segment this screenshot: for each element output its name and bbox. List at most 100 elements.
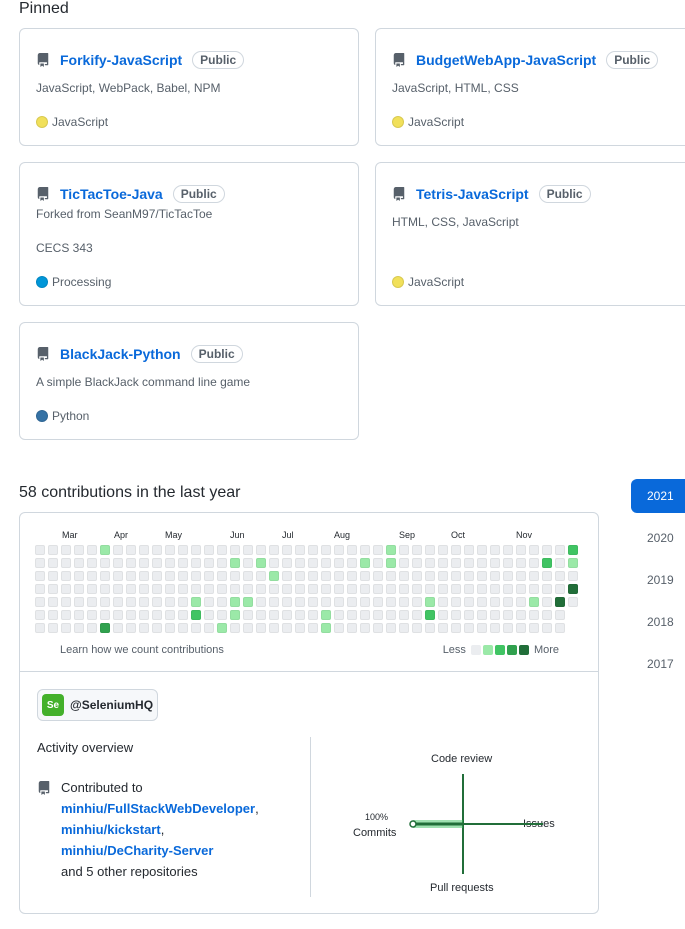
contribution-day[interactable] [568, 571, 578, 581]
contribution-day[interactable] [61, 623, 71, 633]
contribution-day[interactable] [269, 610, 279, 620]
contribution-day[interactable] [61, 571, 71, 581]
contribution-day[interactable] [503, 584, 513, 594]
contribution-day[interactable] [243, 584, 253, 594]
contribution-day[interactable] [347, 610, 357, 620]
contribution-day[interactable] [139, 584, 149, 594]
contribution-day[interactable] [282, 558, 292, 568]
contribution-day[interactable] [178, 610, 188, 620]
contribution-day[interactable] [373, 571, 383, 581]
contribution-day[interactable] [555, 571, 565, 581]
contribution-day[interactable] [438, 584, 448, 594]
contribution-day[interactable] [321, 623, 331, 633]
repo-link[interactable]: Forkify-JavaScript [60, 52, 182, 68]
contribution-day[interactable] [399, 597, 409, 607]
year-button-2017[interactable]: 2017 [631, 647, 685, 681]
contribution-day[interactable] [295, 584, 305, 594]
contribution-day[interactable] [464, 558, 474, 568]
contribution-day[interactable] [35, 545, 45, 555]
contribution-day[interactable] [230, 610, 240, 620]
contribution-day[interactable] [477, 623, 487, 633]
contribution-day[interactable] [425, 584, 435, 594]
contribution-day[interactable] [529, 597, 539, 607]
contribution-day[interactable] [191, 558, 201, 568]
contribution-day[interactable] [256, 610, 266, 620]
contribution-day[interactable] [373, 597, 383, 607]
contribution-day[interactable] [269, 597, 279, 607]
contribution-day[interactable] [321, 558, 331, 568]
contribution-day[interactable] [100, 597, 110, 607]
contribution-day[interactable] [438, 610, 448, 620]
contribution-day[interactable] [516, 610, 526, 620]
contribution-day[interactable] [503, 610, 513, 620]
contribution-day[interactable] [113, 571, 123, 581]
contribution-day[interactable] [438, 558, 448, 568]
contribution-day[interactable] [464, 571, 474, 581]
contribution-day[interactable] [256, 623, 266, 633]
contribution-day[interactable] [165, 545, 175, 555]
contribution-day[interactable] [217, 584, 227, 594]
contribution-day[interactable] [529, 584, 539, 594]
contribution-day[interactable] [35, 571, 45, 581]
year-button-2018[interactable]: 2018 [631, 605, 685, 639]
contribution-day[interactable] [282, 584, 292, 594]
contribution-day[interactable] [438, 623, 448, 633]
org-filter-button[interactable]: Se @SeleniumHQ [37, 689, 158, 721]
year-button-2020[interactable]: 2020 [631, 521, 685, 555]
contribution-day[interactable] [139, 623, 149, 633]
contribution-day[interactable] [165, 584, 175, 594]
contribution-day[interactable] [516, 545, 526, 555]
contribution-day[interactable] [321, 597, 331, 607]
contribution-day[interactable] [529, 571, 539, 581]
contribution-day[interactable] [529, 545, 539, 555]
contribution-day[interactable] [516, 584, 526, 594]
contribution-day[interactable] [568, 558, 578, 568]
contribution-day[interactable] [100, 623, 110, 633]
contribution-day[interactable] [386, 597, 396, 607]
contribution-day[interactable] [113, 610, 123, 620]
contribution-day[interactable] [282, 545, 292, 555]
contribution-day[interactable] [308, 623, 318, 633]
contribution-day[interactable] [412, 584, 422, 594]
contribution-day[interactable] [386, 584, 396, 594]
contribution-day[interactable] [295, 545, 305, 555]
contribution-day[interactable] [269, 584, 279, 594]
contribution-day[interactable] [74, 584, 84, 594]
contribution-day[interactable] [503, 623, 513, 633]
contribution-day[interactable] [464, 584, 474, 594]
contribution-day[interactable] [321, 545, 331, 555]
contribution-day[interactable] [490, 558, 500, 568]
contribution-day[interactable] [373, 584, 383, 594]
contribution-day[interactable] [399, 545, 409, 555]
contribution-day[interactable] [425, 545, 435, 555]
contribution-day[interactable] [490, 597, 500, 607]
contribution-day[interactable] [347, 623, 357, 633]
contribution-day[interactable] [464, 610, 474, 620]
contribution-day[interactable] [503, 558, 513, 568]
contribution-day[interactable] [165, 558, 175, 568]
contribution-day[interactable] [87, 623, 97, 633]
contribution-day[interactable] [542, 623, 552, 633]
contribution-day[interactable] [412, 571, 422, 581]
contribution-day[interactable] [477, 597, 487, 607]
contribution-day[interactable] [360, 558, 370, 568]
contribution-day[interactable] [373, 545, 383, 555]
contribution-day[interactable] [230, 558, 240, 568]
contribution-day[interactable] [126, 558, 136, 568]
contribution-day[interactable] [529, 623, 539, 633]
contribution-day[interactable] [191, 597, 201, 607]
contribution-day[interactable] [425, 597, 435, 607]
contribution-day[interactable] [451, 610, 461, 620]
contribution-day[interactable] [477, 545, 487, 555]
contribution-day[interactable] [490, 571, 500, 581]
contribution-day[interactable] [243, 558, 253, 568]
year-button-2021[interactable]: 2021 [631, 479, 685, 513]
contribution-day[interactable] [503, 571, 513, 581]
contribution-day[interactable] [191, 610, 201, 620]
contribution-day[interactable] [61, 584, 71, 594]
repo-link[interactable]: minhiu/kickstart [61, 822, 161, 837]
contribution-day[interactable] [555, 610, 565, 620]
contribution-day[interactable] [451, 571, 461, 581]
contribution-day[interactable] [386, 571, 396, 581]
contribution-day[interactable] [438, 545, 448, 555]
